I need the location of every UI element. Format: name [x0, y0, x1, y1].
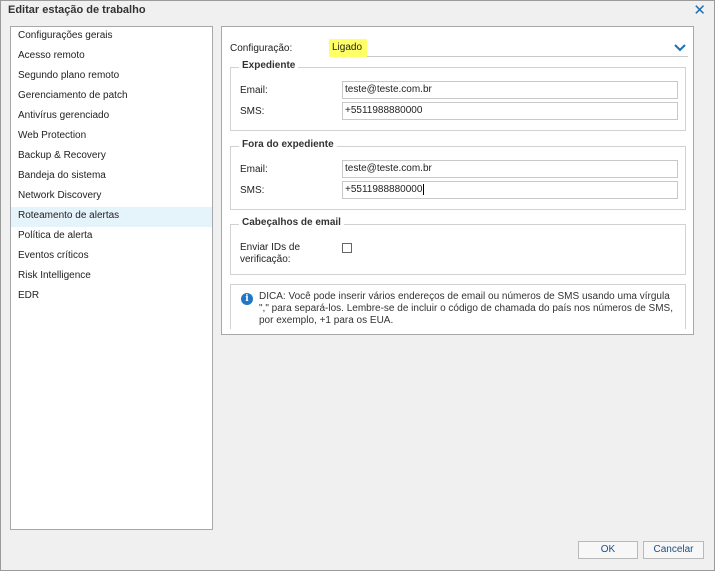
- sidebar-item-edr[interactable]: EDR: [11, 287, 212, 307]
- sidebar-item-configuracoes-gerais[interactable]: Configurações gerais: [11, 27, 212, 47]
- expediente-email-label: Email:: [240, 85, 268, 96]
- fora-do-expediente-group: Fora do expediente Email: teste@teste.co…: [230, 139, 686, 210]
- expediente-email-input[interactable]: teste@teste.com.br: [342, 81, 678, 99]
- sidebar-item-web-protection[interactable]: Web Protection: [11, 127, 212, 147]
- sidebar-item-acesso-remoto[interactable]: Acesso remoto: [11, 47, 212, 67]
- fora-email-label: Email:: [240, 164, 268, 175]
- expediente-group: Expediente Email: teste@teste.com.br SMS…: [230, 60, 686, 131]
- settings-panel: Configuração: Ligado Expediente Email: t…: [221, 26, 694, 335]
- expediente-sms-label: SMS:: [240, 106, 265, 117]
- sidebar-item-antivirus-gerenciado[interactable]: Antivírus gerenciado: [11, 107, 212, 127]
- send-verification-ids-checkbox[interactable]: [342, 243, 352, 253]
- email-headers-legend: Cabeçalhos de email: [239, 217, 344, 228]
- ok-button[interactable]: OK: [578, 541, 638, 559]
- chevron-down-icon[interactable]: [672, 40, 688, 56]
- fora-email-input[interactable]: teste@teste.com.br: [342, 160, 678, 178]
- text-cursor: [423, 183, 425, 195]
- fora-sms-label: SMS:: [240, 185, 265, 196]
- title-bar: Editar estação de trabalho ✕: [1, 1, 714, 21]
- sidebar-item-gerenciamento-de-patch[interactable]: Gerenciamento de patch: [11, 87, 212, 107]
- sidebar-item-politica-de-alerta[interactable]: Política de alerta: [11, 227, 212, 247]
- sidebar-item-backup-recovery[interactable]: Backup & Recovery: [11, 147, 212, 167]
- fora-do-expediente-legend: Fora do expediente: [239, 139, 337, 150]
- dialog-title: Editar estação de trabalho: [8, 4, 146, 16]
- sidebar-item-risk-intelligence[interactable]: Risk Intelligence: [11, 267, 212, 287]
- configuration-value: Ligado: [329, 39, 368, 57]
- fora-sms-input[interactable]: +5511988880000: [342, 181, 678, 199]
- configuration-dropdown[interactable]: Ligado: [329, 39, 688, 57]
- expediente-sms-input[interactable]: +5511988880000: [342, 102, 678, 120]
- expediente-legend: Expediente: [239, 60, 299, 71]
- sidebar-item-roteamento-de-alertas[interactable]: Roteamento de alertas: [11, 207, 212, 227]
- cancel-button[interactable]: Cancelar: [643, 541, 704, 559]
- info-icon: i: [241, 293, 253, 305]
- close-icon[interactable]: ✕: [693, 2, 706, 18]
- sidebar-item-eventos-criticos[interactable]: Eventos críticos: [11, 247, 212, 267]
- sidebar-item-segundo-plano-remoto[interactable]: Segundo plano remoto: [11, 67, 212, 87]
- sidebar-item-network-discovery[interactable]: Network Discovery: [11, 187, 212, 207]
- email-headers-group: Cabeçalhos de email Enviar IDs de verifi…: [230, 217, 686, 275]
- send-verification-ids-label: Enviar IDs de verificação:: [240, 242, 301, 265]
- sidebar-item-bandeja-do-sistema[interactable]: Bandeja do sistema: [11, 167, 212, 187]
- tip-text: DICA: Você pode inserir vários endereços…: [259, 291, 673, 326]
- tip-box: i DICA: Você pode inserir vários endereç…: [230, 284, 686, 329]
- edit-workstation-dialog: Editar estação de trabalho ✕ Configuraçõ…: [0, 0, 715, 571]
- fora-sms-value: +5511988880000: [345, 184, 423, 195]
- sidebar: Configurações gerais Acesso remoto Segun…: [10, 26, 213, 530]
- configuration-label: Configuração:: [230, 43, 293, 54]
